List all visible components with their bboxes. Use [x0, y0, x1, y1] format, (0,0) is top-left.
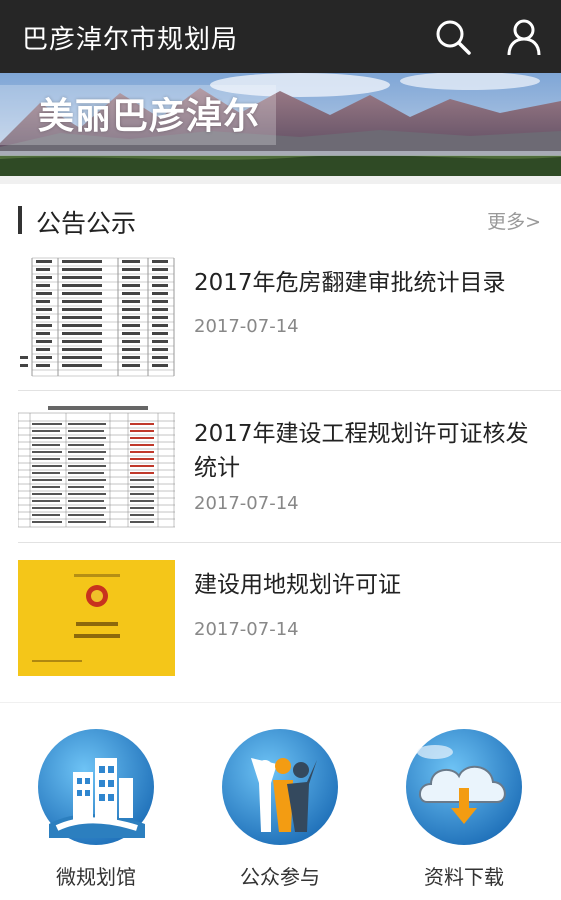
- buildings-icon: [37, 728, 155, 846]
- cloud-download-icon: [405, 728, 523, 846]
- item-title: 2017年危房翻建审批统计目录: [194, 270, 506, 296]
- section-title: 公告公示: [36, 209, 137, 238]
- more-link[interactable]: 更多>: [487, 207, 541, 234]
- item-title: 建设用地规划许可证: [194, 572, 401, 598]
- table-thumbnail: [18, 405, 175, 529]
- user-icon[interactable]: [503, 16, 545, 58]
- item-date: 2017-07-14: [194, 493, 299, 514]
- app-header: 巴彦淖尔市规划局: [0, 0, 561, 73]
- item-date: 2017-07-14: [194, 316, 299, 337]
- item-date: 2017-07-14: [194, 619, 299, 640]
- feature-label: 微规划馆: [56, 865, 136, 889]
- feature-label: 资料下载: [424, 865, 504, 889]
- certificate-thumbnail: [18, 560, 175, 676]
- feature-label: 公众参与: [240, 865, 320, 889]
- section-marker: [18, 206, 22, 234]
- list-item[interactable]: 建设用地规划许可证 2017-07-14: [0, 543, 561, 691]
- list-item[interactable]: 2017年危房翻建审批统计目录 2017-07-14: [0, 250, 561, 390]
- hero-banner[interactable]: 美丽巴彦淖尔: [0, 73, 561, 176]
- banner-caption: 美丽巴彦淖尔: [0, 85, 277, 145]
- search-icon[interactable]: [432, 16, 474, 58]
- item-title: 2017年建设工程规划许可证核发统计: [194, 421, 529, 481]
- page-title: 巴彦淖尔市规划局: [22, 25, 239, 55]
- people-icon: [221, 728, 339, 846]
- table-thumbnail: [18, 256, 175, 382]
- list-item[interactable]: 2017年建设工程规划许可证核发统计 2017-07-14: [0, 391, 561, 541]
